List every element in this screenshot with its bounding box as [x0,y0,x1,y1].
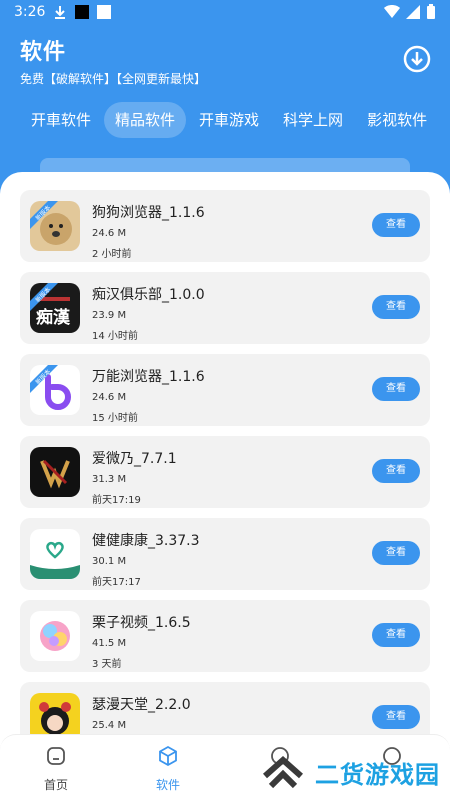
app-name: 瑟漫天堂_2.2.0 [92,697,191,713]
app-time: 前天17:17 [92,577,141,588]
list-item[interactable]: 新版本 狗狗浏览器_1.1.6 24.6 M 2 小时前 查看 [20,190,430,262]
app-size: 31.3 M [92,474,127,485]
nav-software-label: 软件 [155,778,180,792]
app-size: 24.6 M [92,228,127,239]
watermark-logo-icon [263,755,303,788]
view-button[interactable]: 查看 [372,623,420,647]
view-button[interactable]: 查看 [372,295,420,319]
app-name: 痴汉俱乐部_1.0.0 [92,287,205,303]
app-size: 25.4 M [92,720,127,731]
app-status-icon [75,5,90,19]
nav-home-label: 首页 [43,778,68,792]
list-item[interactable]: 爱微乃_7.7.1 31.3 M 前天17:19 查看 [20,436,430,508]
wifi-icon [384,5,400,18]
icon-text: 痴漢 [36,307,71,328]
healthy-app-icon [30,529,80,579]
chihan-club-icon: 痴漢 新版本 [30,283,80,333]
tab-vpn[interactable]: 科学上网 [272,102,354,138]
page-title: 软件 [20,40,67,65]
aiweinai-icon [30,447,80,497]
nav-software[interactable]: 软件 [112,735,224,800]
tab-kaiche-games[interactable]: 开車游戏 [188,102,270,138]
home-icon [47,747,65,765]
tab-video-software[interactable]: 影视软件 [356,102,438,138]
list-item[interactable]: 新版本 万能浏览器_1.1.6 24.6 M 15 小时前 查看 [20,354,430,426]
app-time: 14 小时前 [92,331,138,342]
nav-home[interactable]: 首页 [0,735,112,800]
tab-premium-software[interactable]: 精品软件 [104,102,187,138]
download-status-icon [55,6,66,19]
view-button[interactable]: 查看 [372,377,420,401]
app-name: 万能浏览器_1.1.6 [92,369,205,385]
app-name: 健健康康_3.37.3 [92,533,200,549]
view-button[interactable]: 查看 [372,459,420,483]
battery-icon [427,4,435,19]
app-size: 23.9 M [92,310,127,321]
software-list: 新版本 狗狗浏览器_1.1.6 24.6 M 2 小时前 查看 痴漢 新版本 痴… [20,190,430,764]
app-size: 30.1 M [92,556,127,567]
text-status-icon [97,5,112,19]
app-size: 24.6 M [92,392,127,403]
list-item[interactable]: 健健康康_3.37.3 30.1 M 前天17:17 查看 [20,518,430,590]
doge-browser-icon: 新版本 [30,201,80,251]
tab-kaiche-software[interactable]: 开車软件 [20,102,102,138]
signal-icon [406,5,420,19]
app-time: 2 小时前 [92,249,132,260]
view-button[interactable]: 查看 [372,541,420,565]
status-time: 3:26 [14,4,46,20]
category-tabs: 开車软件 精品软件 开車游戏 科学上网 影视软件 [20,102,440,138]
status-bar: 3:26 [0,0,450,24]
cube-icon [159,745,177,767]
list-item[interactable]: 痴漢 新版本 痴汉俱乐部_1.0.0 23.9 M 14 小时前 查看 [20,272,430,344]
app-name: 爱微乃_7.7.1 [92,451,177,467]
app-size: 41.5 M [92,638,127,649]
list-item[interactable]: 栗子视频_1.6.5 41.5 M 3 天前 查看 [20,600,430,672]
page-subtitle: 免费【破解软件】【全网更新最快】 [20,72,207,86]
download-icon[interactable] [402,44,432,74]
app-name: 狗狗浏览器_1.1.6 [92,205,205,221]
view-button[interactable]: 查看 [372,705,420,729]
app-time: 15 小时前 [92,413,138,424]
view-button[interactable]: 查看 [372,213,420,237]
watermark-text: 二货游戏园 [315,761,440,789]
universal-browser-icon: 新版本 [30,365,80,415]
watermark: 二货游戏园 [261,755,440,790]
software-list-panel: 新版本 狗狗浏览器_1.1.6 24.6 M 2 小时前 查看 痴漢 新版本 痴… [0,172,450,800]
app-time: 前天17:19 [92,495,141,506]
app-name: 栗子视频_1.6.5 [92,615,191,631]
app-time: 3 天前 [92,659,122,670]
lizi-video-icon [30,611,80,661]
